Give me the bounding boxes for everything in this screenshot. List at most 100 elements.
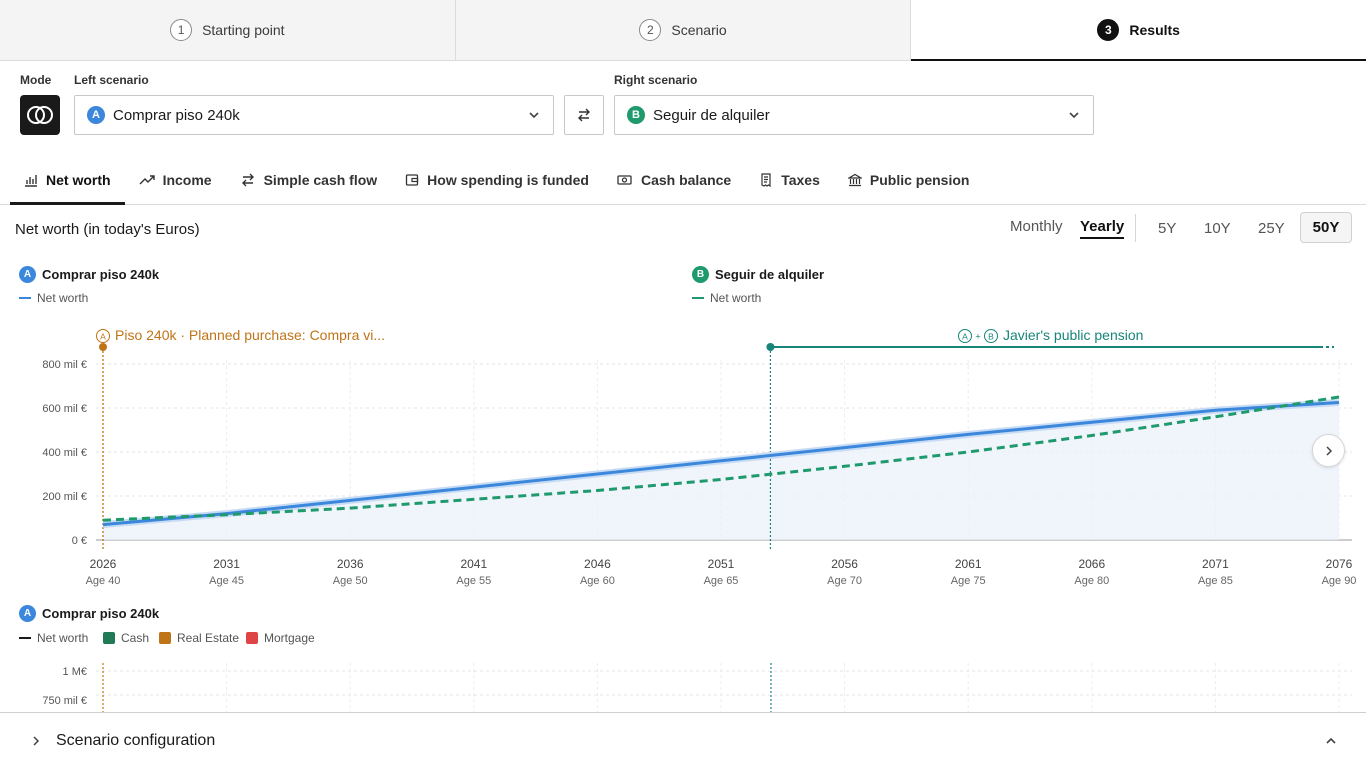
step-number: 3 [1097, 19, 1120, 41]
step-number: 1 [170, 19, 193, 41]
tab-how-spending-is-funded[interactable]: How spending is funded [391, 155, 603, 205]
legend-mortgage[interactable]: Mortgage [246, 631, 315, 645]
right-scenario-value: Seguir de alquiler [653, 106, 770, 124]
tab-label: Simple cash flow [263, 172, 378, 188]
pension-plus: + [975, 332, 980, 342]
legend-line-swatch [19, 637, 31, 639]
left-scenario-label: Left scenario [74, 73, 149, 87]
legend-net-worth[interactable]: Net worth [19, 631, 88, 645]
divider [1135, 214, 1136, 242]
right-scenario-label: Right scenario [614, 73, 698, 87]
scenario-a-badge: A [87, 106, 105, 124]
x-tick-age-label: Age 90 [1322, 575, 1357, 587]
lower-chart-scenario-name: Comprar piso 240k [42, 606, 160, 621]
swap-scenarios-button[interactable] [564, 95, 604, 135]
swap-arrows-icon [241, 173, 254, 187]
mode-label: Mode [20, 73, 52, 87]
x-tick-age-label: Age 45 [209, 575, 244, 587]
legend-square-swatch [159, 632, 171, 644]
scenario-a-badge: A [19, 605, 36, 622]
tab-taxes[interactable]: Taxes [745, 155, 834, 205]
scenario-configuration-bar[interactable]: Scenario configuration [0, 712, 1366, 768]
tab-label: Taxes [781, 172, 820, 188]
tab-label: How spending is funded [427, 172, 589, 188]
scenario-b-badge: B [627, 106, 645, 124]
lower-chart-grid [102, 663, 1340, 712]
x-tick-label: 2036 [337, 557, 364, 571]
stepper: 1 Starting point 2 Scenario 3 Results [0, 0, 1366, 61]
tab-label: Net worth [46, 172, 111, 188]
range-25y-button[interactable]: 25Y [1258, 220, 1285, 237]
pension-badge-a: A [962, 332, 968, 342]
tab-income[interactable]: Income [125, 155, 226, 205]
scenario-b-badge: B [692, 266, 709, 283]
wallet-icon [406, 174, 419, 186]
tab-net-worth[interactable]: Net worth [10, 155, 125, 205]
chevron-up-icon [1326, 737, 1336, 744]
x-tick-age-label: Age 65 [704, 575, 739, 587]
legend-series-b[interactable]: Net worth [692, 291, 761, 305]
tab-label: Cash balance [640, 172, 732, 188]
bar-chart-icon [25, 175, 37, 187]
range-50y-button[interactable]: 50Y [1300, 212, 1352, 243]
yearly-toggle[interactable]: Yearly [1080, 218, 1125, 239]
chevron-down-icon [529, 112, 539, 119]
step-results[interactable]: 3 Results [911, 0, 1366, 61]
tab-simple-cash-flow[interactable]: Simple cash flow [226, 155, 392, 205]
legend-series-a[interactable]: Net worth [19, 291, 88, 305]
mode-compare-button[interactable] [20, 95, 60, 135]
tab-cash-balance[interactable]: Cash balance [603, 155, 745, 205]
purchase-event-marker [99, 343, 107, 351]
x-tick-age-label: Age 55 [456, 575, 491, 587]
legend-scenario-a-name: Comprar piso 240k [42, 267, 160, 282]
x-tick-age-label: Age 70 [827, 575, 862, 587]
legend-scenario-a: A Comprar piso 240k [19, 266, 159, 283]
legend-series-a-label: Net worth [37, 291, 89, 305]
x-tick-age-label: Age 75 [951, 575, 986, 587]
pension-event-text: Javier's public pension [1003, 327, 1143, 343]
scenario-configuration-label: Scenario configuration [56, 731, 216, 749]
chevron-down-icon [1069, 112, 1079, 119]
step-starting-point[interactable]: 1 Starting point [0, 0, 456, 60]
y-tick-label: 0 € [72, 535, 87, 547]
tab-public-pension[interactable]: Public pension [834, 155, 984, 205]
x-tick-age-label: Age 60 [580, 575, 615, 587]
scenario-a-badge: A [19, 266, 36, 283]
pension-event-label[interactable]: A + B Javier's public pension [958, 327, 1144, 343]
x-tick-label: 2041 [460, 557, 487, 571]
chart-area [103, 402, 1339, 540]
scenario-selectors: Mode Left scenario Right scenario A Comp… [0, 61, 1366, 149]
monthly-toggle[interactable]: Monthly [1010, 218, 1063, 235]
y-tick-label: 400 mil € [42, 447, 87, 459]
legend-line-swatch [692, 297, 704, 299]
chart-next-button[interactable] [1312, 434, 1345, 467]
y-tick-label: 200 mil € [42, 491, 87, 503]
left-scenario-value: Comprar piso 240k [113, 106, 240, 124]
y-tick-label: 800 mil € [42, 359, 87, 371]
step-scenario[interactable]: 2 Scenario [456, 0, 912, 60]
breakdown-chart: 1 M€ 750 mil € [42, 663, 1352, 712]
x-tick-label: 2061 [955, 557, 982, 571]
bank-icon [847, 173, 862, 187]
legend-label: Mortgage [264, 631, 315, 645]
legend-square-swatch [246, 632, 258, 644]
legend-real-estate[interactable]: Real Estate [159, 631, 239, 645]
legend-line-swatch [19, 297, 31, 299]
right-scenario-select[interactable]: B Seguir de alquiler [614, 95, 1094, 135]
x-tick-age-label: Age 50 [333, 575, 368, 587]
x-tick-label: 2026 [90, 557, 117, 571]
tab-label: Public pension [869, 172, 970, 188]
x-tick-label: 2076 [1326, 557, 1353, 571]
x-tick-label: 2066 [1078, 557, 1105, 571]
range-10y-button[interactable]: 10Y [1204, 220, 1231, 237]
legend-cash[interactable]: Cash [103, 631, 149, 645]
legend-series-b-label: Net worth [710, 291, 762, 305]
x-tick-age-label: Age 80 [1074, 575, 1109, 587]
left-scenario-select[interactable]: A Comprar piso 240k [74, 95, 554, 135]
x-tick-label: 2071 [1202, 557, 1229, 571]
receipt-icon [761, 173, 771, 187]
range-5y-button[interactable]: 5Y [1158, 220, 1176, 237]
legend-scenario-b: B Seguir de alquiler [692, 266, 824, 283]
x-tick-label: 2046 [584, 557, 611, 571]
purchase-event-label[interactable]: A Piso 240k · Planned purchase: Compra v… [96, 327, 386, 343]
